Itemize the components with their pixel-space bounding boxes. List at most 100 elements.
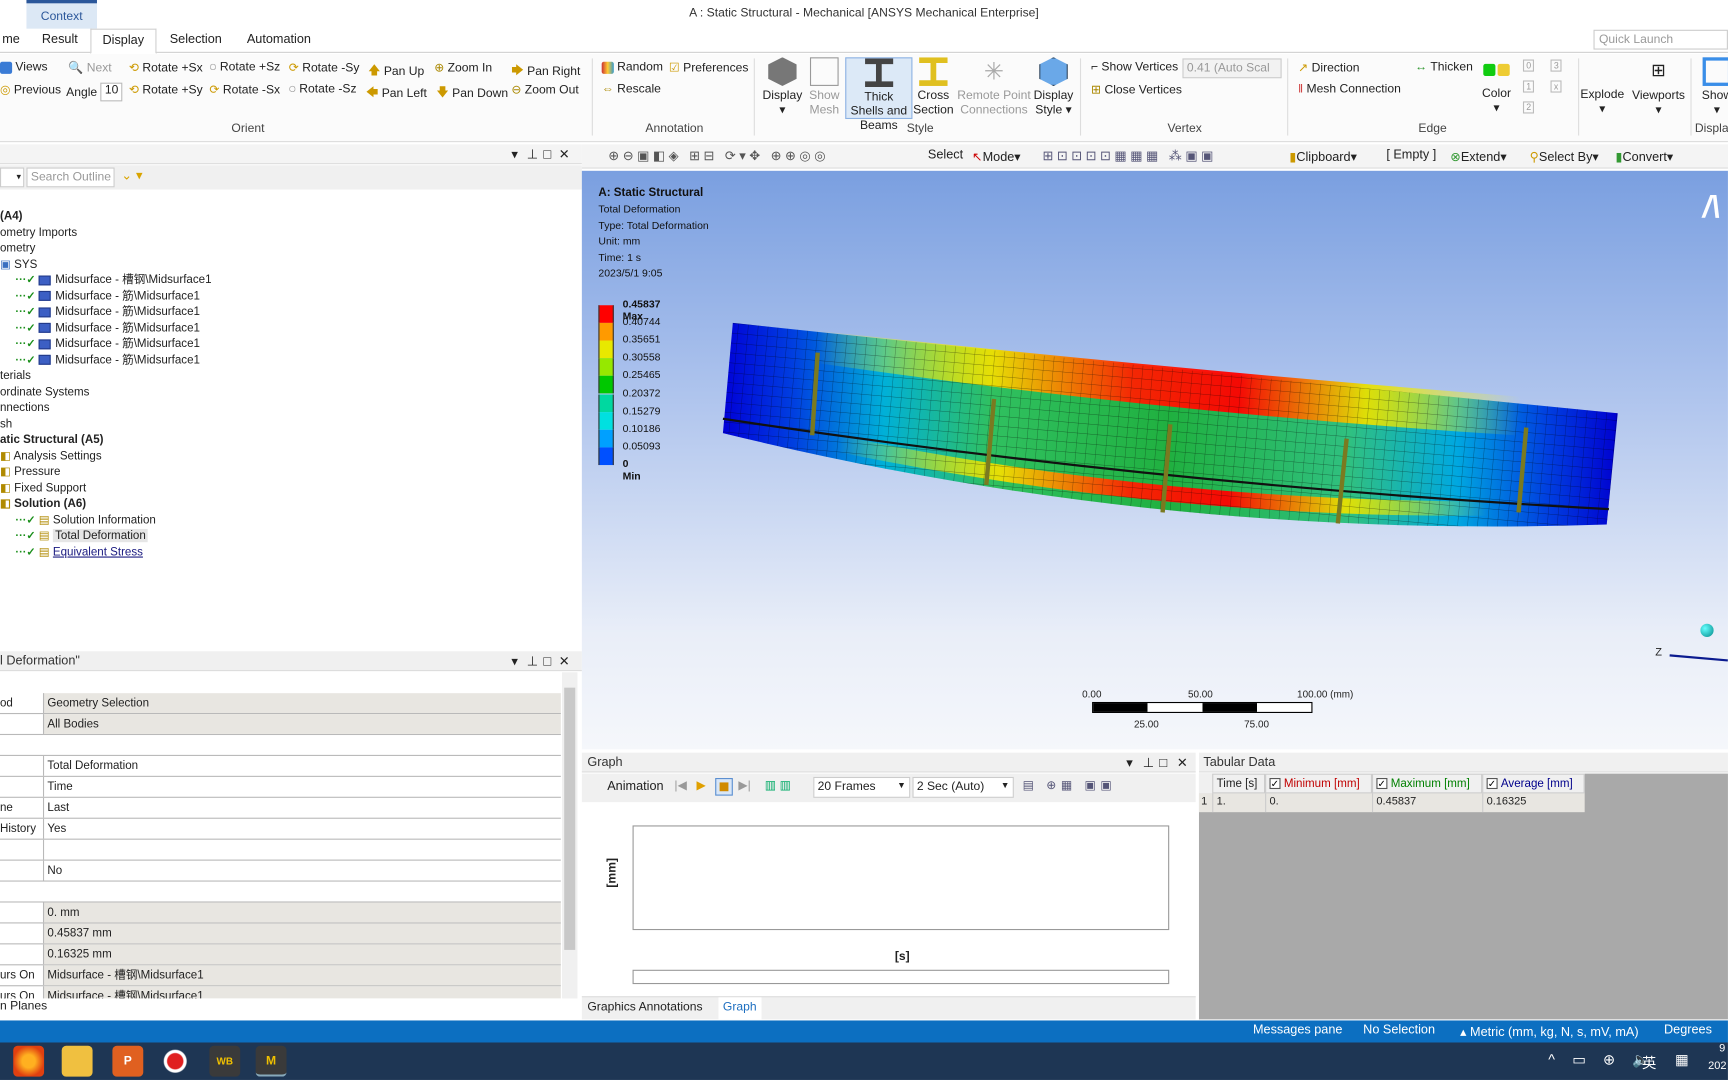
column-header[interactable]: Time [s]	[1212, 773, 1266, 794]
column-header-label: Maximum [mm]	[1390, 776, 1470, 791]
column-checkbox[interactable]: ✓	[1376, 778, 1388, 790]
scale-label-100: 100.00 (mm)	[1297, 688, 1354, 700]
details-row[interactable]	[0, 839, 561, 861]
property-name: urs On	[0, 989, 35, 999]
details-row[interactable]: urs On Midsurface - 槽钢\Midsurface1	[0, 986, 561, 999]
presentation-app-icon[interactable]: P	[112, 1045, 144, 1077]
property-value[interactable]: Last	[42, 797, 561, 818]
triad-origin-icon[interactable]	[1700, 623, 1714, 637]
details-row[interactable]: urs On Midsurface - 槽钢\Midsurface1	[0, 965, 561, 987]
tabular-data-table: Time [s] ✓ Minimum [mm] ✓ Maximum [mm] ✓ Avera…	[1198, 773, 1728, 1020]
tabular-title: Tabular Data	[1203, 755, 1276, 770]
details-row[interactable]: History Yes	[0, 818, 561, 840]
clock-time: 9	[1719, 1042, 1726, 1055]
column-header-label: Time [s]	[1216, 776, 1258, 791]
previous-frame-icon[interactable]: |◀	[674, 778, 686, 792]
scale-label-75: 75.00	[1244, 718, 1269, 730]
ime-mode-icon[interactable]: ▦	[1675, 1051, 1689, 1069]
tab-graph[interactable]: Graph	[718, 997, 762, 1020]
tabular-header-row: Time [s] ✓ Minimum [mm] ✓ Maximum [mm] ✓ Avera…	[1198, 773, 1585, 794]
property-value[interactable]: 0.16325 mm	[42, 944, 561, 965]
export-animation-icons[interactable]: ▤ ⊕▦ ▣▣	[1023, 778, 1117, 792]
bottom-tabs: Graphics Annotations Graph	[581, 996, 1196, 1020]
graph-y-label: [mm]	[605, 857, 619, 888]
maximize-icon[interactable]: □	[1159, 753, 1167, 773]
frames-dropdown[interactable]: 20 Frames ▼	[813, 776, 911, 798]
property-name: urs On	[0, 968, 35, 982]
property-value[interactable]: Midsurface - 槽钢\Midsurface1	[42, 965, 561, 986]
stop-button[interactable]	[715, 778, 733, 796]
details-row[interactable]: 0.16325 mm	[0, 944, 561, 966]
tabular-header: Tabular Data	[1198, 752, 1728, 773]
graph-plot-area: [mm] [s]	[581, 802, 1196, 997]
system-tray-icons[interactable]: ^ ▭ ⊕ 🔈	[1548, 1051, 1656, 1069]
graph-axes	[632, 825, 1170, 931]
section-planes-tab[interactable]: n Planes	[0, 1000, 47, 1013]
column-header[interactable]: ✓ Minimum [mm]	[1265, 773, 1372, 794]
clock-date: 202	[1708, 1060, 1727, 1073]
scale-label-25: 25.00	[1133, 718, 1159, 730]
selection-status: No Selection	[1363, 1023, 1436, 1037]
details-row[interactable]: 0. mm	[0, 902, 561, 924]
details-row[interactable]: ne Last	[0, 797, 561, 819]
distributed-frames-icon[interactable]: ▥ ▥	[765, 778, 791, 792]
pin-icon[interactable]: ⊥	[1143, 753, 1155, 773]
chevron-down-icon: ▼	[1000, 780, 1010, 791]
graph-x-label: [s]	[894, 949, 910, 964]
scale-bar	[1092, 701, 1313, 713]
table-row[interactable]: 1 1. 0. 0.45837 0.16325	[1198, 793, 1585, 813]
play-icon[interactable]: ▶	[696, 778, 705, 792]
property-value[interactable]: Yes	[42, 818, 561, 839]
column-header-label: Minimum [mm]	[1283, 776, 1360, 791]
messages-pane-button[interactable]: Messages pane	[1253, 1024, 1342, 1037]
beam-model	[722, 322, 1618, 527]
dropdown-icon[interactable]: ▾	[1126, 753, 1133, 773]
time-slider[interactable]	[632, 969, 1170, 985]
table-cell-avg: 0.16325	[1482, 793, 1584, 813]
details-row[interactable]: No	[0, 860, 561, 882]
scale-label-0: 0.00	[1082, 688, 1102, 700]
property-value[interactable]: No	[42, 860, 561, 881]
column-checkbox[interactable]: ✓	[1486, 778, 1498, 790]
column-header[interactable]: ✓ Maximum [mm]	[1371, 773, 1483, 794]
row-number: 1	[1201, 795, 1208, 808]
table-cell-time: 1.	[1212, 793, 1265, 813]
property-name: ne	[0, 801, 13, 815]
property-value[interactable]: 0. mm	[42, 902, 561, 923]
graph-header: Graph ▾ ⊥ □ ✕	[581, 752, 1196, 773]
column-header-label: Average [mm]	[1500, 776, 1573, 791]
scale-label-50: 50.00	[1187, 688, 1213, 700]
mechanical-icon[interactable]: M	[255, 1045, 287, 1077]
property-value[interactable]: Midsurface - 槽钢\Midsurface1	[42, 986, 561, 999]
stop-icon	[719, 782, 729, 792]
taskbar: P WB M ^ ▭ ⊕ 🔈 英 ▦ 9 202	[0, 1042, 1728, 1080]
property-value[interactable]: Time	[42, 776, 561, 797]
column-checkbox[interactable]: ✓	[1269, 778, 1281, 790]
animation-label: Animation	[607, 780, 664, 794]
ime-indicator[interactable]: 英	[1642, 1051, 1656, 1072]
angle-unit-button[interactable]: Degrees	[1664, 1024, 1712, 1037]
record-icon[interactable]	[159, 1045, 191, 1077]
close-icon[interactable]: ✕	[1177, 753, 1188, 773]
details-row[interactable]: Time	[0, 776, 561, 798]
workbench-icon[interactable]: WB	[209, 1045, 241, 1077]
unit-system-button[interactable]: ▴ Metric (mm, kg, N, s, mV, mA)	[1460, 1024, 1638, 1039]
details-row[interactable]: 0.45837 mm	[0, 923, 561, 945]
axis-z-label: Z	[1655, 646, 1662, 659]
firefox-icon[interactable]	[13, 1045, 45, 1077]
property-value[interactable]: 0.45837 mm	[42, 923, 561, 944]
animation-toolbar: Animation |◀ ▶ ▶| ▥ ▥ 20 Frames ▼ 2 Sec (…	[581, 773, 1196, 803]
table-cell-min: 0.	[1265, 793, 1372, 813]
duration-dropdown[interactable]: 2 Sec (Auto) ▼	[912, 776, 1014, 798]
property-value[interactable]	[42, 839, 561, 860]
graph-title: Graph	[587, 755, 623, 770]
chevron-down-icon: ▼	[897, 780, 906, 791]
property-name: History	[0, 822, 37, 836]
tab-graphics-annotations[interactable]: Graphics Annotations	[587, 1001, 702, 1014]
table-cell-max: 0.45837	[1371, 793, 1482, 813]
file-explorer-icon[interactable]	[61, 1045, 93, 1077]
status-bar: Messages pane No Selection ▴ Metric (mm,…	[0, 1020, 1728, 1043]
next-frame-icon[interactable]: ▶|	[738, 778, 750, 792]
details-row[interactable]	[0, 882, 561, 903]
column-header[interactable]: ✓ Average [mm]	[1482, 773, 1585, 794]
